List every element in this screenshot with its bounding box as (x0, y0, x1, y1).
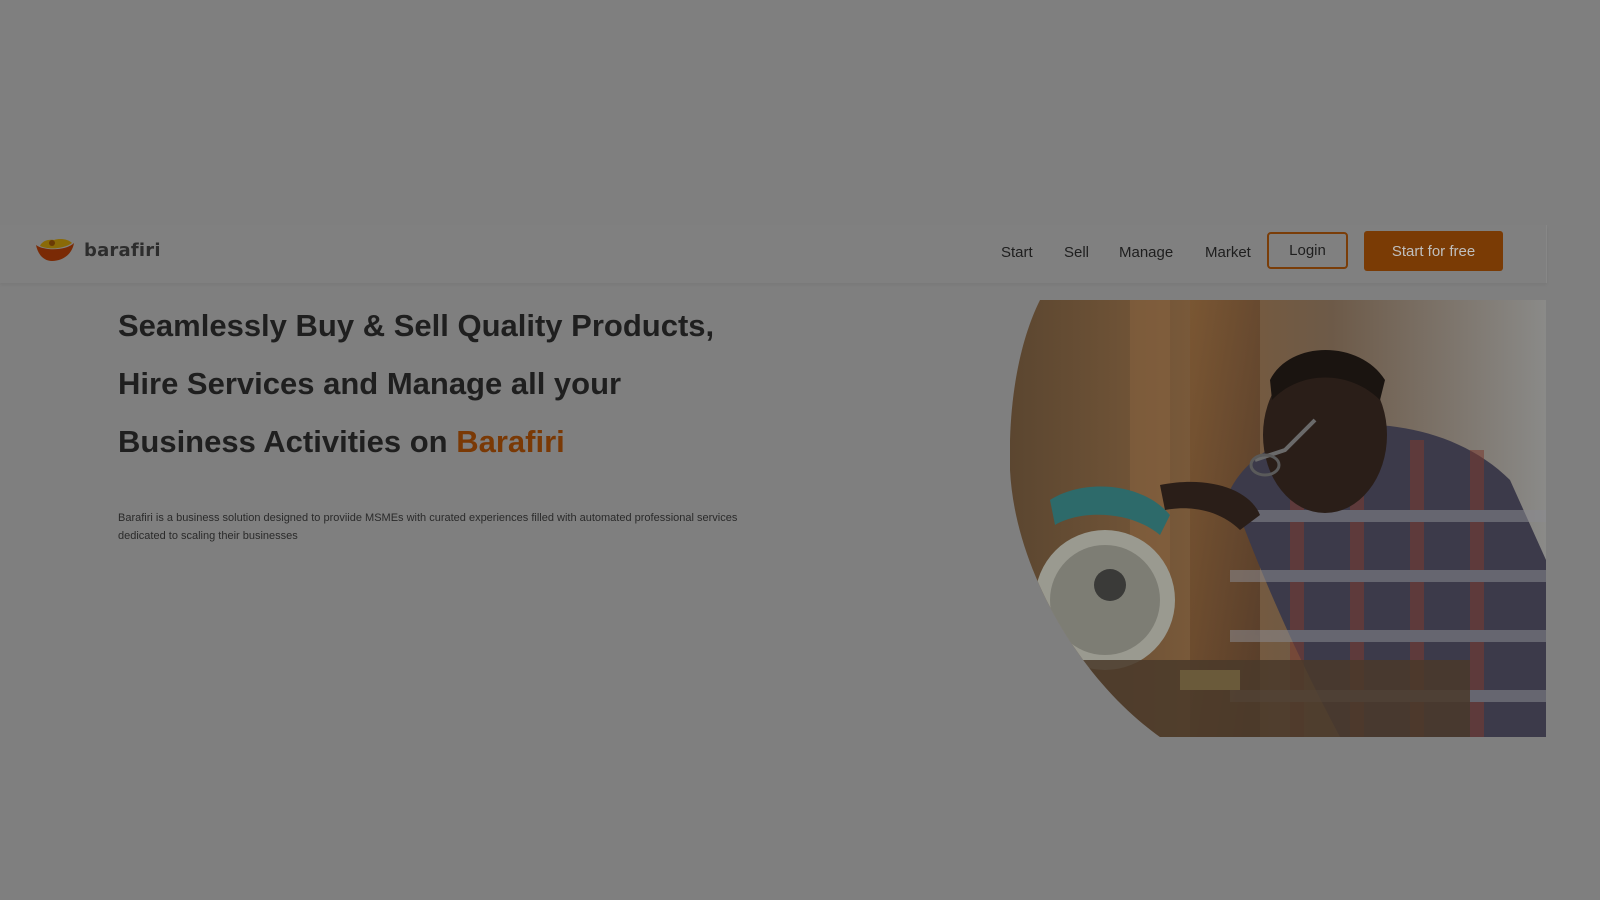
page: barafiri Start Sell Manage Market Login … (0, 225, 1547, 737)
hero-description: Barafiri is a business solution designed… (118, 512, 738, 542)
start-for-free-button[interactable]: Start for free (1364, 231, 1503, 271)
logo[interactable]: barafiri (34, 237, 161, 263)
login-button[interactable]: Login (1267, 232, 1348, 269)
hero-title-brand: Barafiri (456, 424, 565, 459)
hero-image (1010, 300, 1546, 737)
logo-text: barafiri (84, 239, 161, 261)
hero-photo (1010, 300, 1546, 737)
hero-title-line1: Seamlessly Buy & Sell Quality Products, (118, 308, 715, 343)
nav-market[interactable]: Market (1205, 244, 1251, 261)
bowl-logo-icon (36, 239, 74, 261)
navbar: barafiri Start Sell Manage Market Login … (0, 225, 1547, 283)
nav-manage[interactable]: Manage (1119, 244, 1173, 261)
hero-title-line2: Hire Services and Manage all your (118, 366, 622, 401)
hero-title-line3: Business Activities on (118, 424, 457, 459)
nav-start[interactable]: Start (1001, 244, 1033, 261)
hero-title: Seamlessly Buy & Sell Quality Products, … (118, 297, 818, 471)
nav-sell[interactable]: Sell (1064, 244, 1089, 261)
